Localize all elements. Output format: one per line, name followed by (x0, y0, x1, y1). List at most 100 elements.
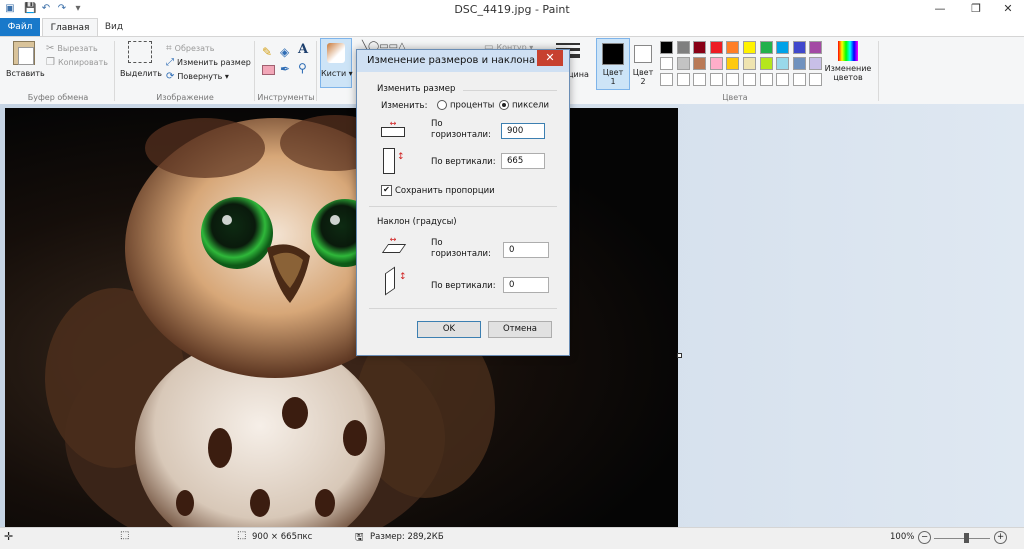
palette-swatch[interactable] (743, 57, 756, 70)
palette-swatch[interactable] (693, 41, 707, 54)
resize-skew-dialog: Изменение размеров и наклона ✕ Изменить … (356, 49, 570, 356)
pencil-icon[interactable]: ✎ (262, 45, 272, 59)
palette-swatch[interactable] (809, 57, 823, 70)
paste-button[interactable]: Вставить (6, 41, 45, 78)
color2-swatch (634, 45, 652, 63)
palette-swatch[interactable] (809, 41, 823, 54)
palette-swatch[interactable] (759, 41, 773, 54)
cut-button[interactable]: ✂ Вырезать (46, 43, 98, 54)
text-tool-icon[interactable]: A (298, 42, 308, 57)
skew-horizontal-input[interactable]: 0 (503, 242, 549, 258)
group-label-image: Изображение (156, 93, 214, 102)
palette-swatch[interactable] (709, 73, 723, 86)
title-bar: ▣ 💾 ↶ ↷ ▾ DSC_4419.jpg - Paint — ❐ ✕ (0, 0, 1024, 19)
color1-number: 1 (610, 77, 616, 86)
palette-swatch[interactable] (776, 73, 790, 86)
resize-label: Изменить размер (177, 58, 251, 67)
palette-swatch[interactable] (660, 41, 673, 54)
palette-swatch[interactable] (709, 57, 723, 70)
palette-swatch[interactable] (726, 41, 740, 54)
edit-colors-button[interactable]: Изменение цветов (824, 39, 872, 82)
brushes-button[interactable]: Кисти ▾ (320, 38, 353, 88)
cancel-button[interactable]: Отмена (488, 321, 552, 338)
eraser-icon[interactable] (262, 65, 275, 75)
owl-image[interactable] (5, 108, 678, 527)
zoom-out-button[interactable]: − (918, 531, 931, 544)
palette-swatch[interactable] (743, 73, 756, 86)
color1-button[interactable]: Цвет 1 (596, 38, 630, 90)
scissors-icon: ✂ (46, 43, 55, 54)
minimize-button[interactable]: — (926, 0, 954, 18)
palette-swatch[interactable] (809, 73, 823, 86)
magnifier-icon[interactable]: ⚲ (298, 61, 307, 75)
paste-icon (13, 41, 35, 65)
edit-colors-label-line1: Изменение (824, 64, 872, 73)
ribbon-separator (316, 41, 317, 101)
radio-pixels[interactable]: пиксели (499, 100, 549, 111)
copy-button[interactable]: ❐ Копировать (46, 57, 108, 68)
status-bar: ✛ ⬚ ⬚ 900 × 665пкс 🖫 Размер: 289,2КБ 100… (0, 527, 1024, 549)
section-divider (463, 90, 557, 91)
tab-view[interactable]: Вид (98, 18, 130, 36)
color2-button[interactable]: Цвет 2 (630, 39, 656, 86)
keep-ratio-label: Сохранить пропорции (395, 186, 495, 196)
chevron-down-icon: ▾ (346, 69, 353, 78)
palette-swatch[interactable] (726, 57, 740, 70)
palette-swatch[interactable] (792, 73, 806, 86)
maximize-button[interactable]: ❐ (962, 0, 990, 18)
palette-swatch[interactable] (776, 41, 790, 54)
palette-swatch[interactable] (743, 41, 756, 54)
palette-swatch[interactable] (726, 73, 740, 86)
palette-swatch[interactable] (776, 57, 790, 70)
color2-number: 2 (640, 77, 646, 86)
palette-swatch[interactable] (759, 73, 773, 86)
skew-vertical-input[interactable]: 0 (503, 277, 549, 293)
radio-percent[interactable]: проценты (437, 100, 494, 111)
resize-button[interactable]: ⤢ Изменить размер (166, 57, 251, 68)
height-input[interactable]: 665 (501, 153, 545, 169)
tab-file[interactable]: Файл (0, 18, 40, 36)
palette-swatch[interactable] (660, 73, 673, 86)
select-icon (128, 41, 152, 63)
palette-swatch[interactable] (676, 57, 690, 70)
fill-icon[interactable]: ◈ (280, 45, 289, 59)
crop-button[interactable]: ⌗ Обрезать (166, 43, 214, 54)
dialog-close-button[interactable]: ✕ (537, 50, 563, 66)
palette-swatch[interactable] (792, 57, 806, 70)
zoom-in-button[interactable]: + (994, 531, 1007, 544)
palette-swatch[interactable] (693, 73, 707, 86)
keep-ratio-checkbox[interactable]: ✔ Сохранить пропорции (381, 185, 495, 196)
radio-circle-icon (437, 100, 447, 110)
palette-swatch[interactable] (709, 41, 723, 54)
skew-vertical-icon: ↕ (383, 266, 407, 296)
skew-section-label: Наклон (градусы) (377, 217, 457, 227)
ok-button[interactable]: OK (417, 321, 481, 338)
ribbon-separator (878, 41, 879, 101)
section-divider (369, 206, 557, 207)
select-label: Выделить (120, 69, 162, 78)
cut-label: Вырезать (57, 44, 98, 53)
palette-swatch[interactable] (660, 57, 673, 70)
palette-swatch[interactable] (693, 57, 707, 70)
canvas-resize-handle[interactable] (677, 353, 682, 358)
brush-icon (327, 43, 345, 63)
select-button[interactable]: Выделить (120, 41, 162, 78)
rotate-icon: ⟳ (166, 71, 175, 82)
selection-size-icon: ⬚ (120, 530, 130, 541)
color1-swatch (602, 43, 624, 65)
paste-label: Вставить (6, 69, 45, 78)
zoom-slider-thumb[interactable] (964, 533, 969, 543)
color-picker-icon[interactable]: ✒ (280, 62, 290, 76)
palette-swatch[interactable] (676, 41, 690, 54)
tab-home[interactable]: Главная (42, 18, 98, 36)
palette-swatch[interactable] (792, 41, 806, 54)
width-label-line2: горизонтали: (431, 130, 491, 140)
close-window-button[interactable]: ✕ (994, 0, 1022, 18)
width-input[interactable]: 900 (501, 123, 545, 139)
zoom-slider-track[interactable] (934, 538, 990, 539)
rotate-button[interactable]: ⟳ Повернуть ▾ (166, 71, 229, 82)
skew-v-label: По вертикали: (431, 281, 496, 291)
palette-swatch[interactable] (759, 57, 773, 70)
palette-swatch[interactable] (676, 73, 690, 86)
owl-photo-icon (45, 115, 495, 527)
